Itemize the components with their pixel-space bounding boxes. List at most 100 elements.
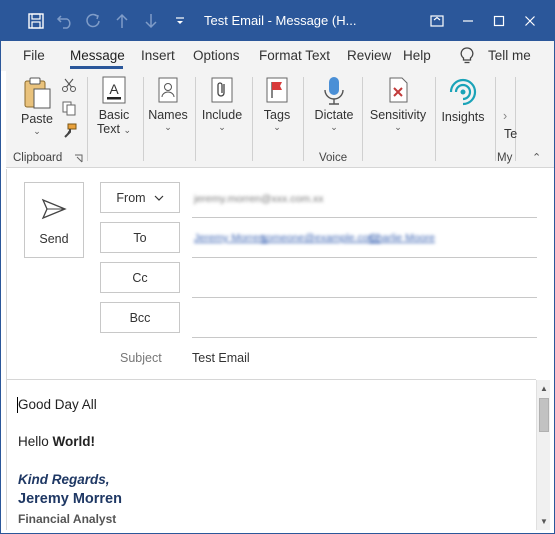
- ribbon: Paste ⌄ Clipboard A Basic Text ⌄ Names ⌄: [6, 71, 554, 168]
- from-label: From: [116, 190, 146, 205]
- cc-button[interactable]: Cc: [100, 262, 180, 293]
- outlook-message-window: Test Email - Message (H... File Message …: [0, 0, 555, 534]
- greeting-text: Good Day All: [18, 397, 97, 412]
- paste-label: Paste: [21, 112, 53, 126]
- tags-button[interactable]: Tags ⌄: [258, 76, 296, 133]
- microphone-icon: [324, 77, 344, 105]
- basic-text-icon: A: [102, 76, 126, 104]
- ribbon-separator: [252, 77, 253, 161]
- window-title: Test Email - Message (H...: [204, 13, 357, 28]
- ribbon-separator: [362, 77, 363, 161]
- tab-help[interactable]: Help: [403, 48, 431, 63]
- send-label: Send: [39, 232, 69, 246]
- address-book-icon: [158, 77, 178, 103]
- ribbon-overflow-label: Te: [504, 127, 518, 141]
- sensitivity-label: Sensitivity: [369, 108, 427, 122]
- customize-toolbar-icon[interactable]: [169, 11, 191, 31]
- maximize-button[interactable]: [485, 9, 513, 33]
- ribbon-scroll-right-icon[interactable]: ›: [503, 109, 507, 123]
- scroll-up-icon[interactable]: ▲: [539, 383, 549, 393]
- hello-bold-text: World!: [52, 434, 96, 449]
- compose-header: Send From jeremy.morren@xxx.com.xx To Je…: [6, 169, 554, 379]
- ribbon-separator: [195, 77, 196, 161]
- vertical-scrollbar[interactable]: ▲ ▼: [536, 380, 550, 530]
- tab-file[interactable]: File: [23, 48, 45, 63]
- to-recipient-1[interactable]: Jeremy Morren;: [194, 232, 268, 244]
- from-underline: [192, 217, 537, 218]
- scroll-down-icon[interactable]: ▼: [539, 516, 549, 526]
- svg-text:A: A: [109, 81, 119, 97]
- group-clipboard-label: Clipboard: [13, 152, 63, 164]
- subject-input[interactable]: Test Email: [192, 351, 250, 365]
- tab-options[interactable]: Options: [193, 48, 240, 63]
- dictate-label: Dictate: [314, 108, 354, 122]
- ribbon-separator: [435, 77, 436, 161]
- bcc-input[interactable]: [192, 337, 537, 338]
- insights-label: Insights: [441, 110, 485, 124]
- sensitivity-button[interactable]: Sensitivity ⌄: [368, 76, 428, 133]
- minimize-button[interactable]: [454, 9, 482, 33]
- from-address: jeremy.morren@xxx.com.xx: [194, 193, 324, 205]
- redo-icon[interactable]: [82, 11, 104, 31]
- chevron-down-icon: ⌄: [394, 122, 402, 132]
- scroll-thumb[interactable]: [539, 398, 549, 432]
- lightbulb-icon[interactable]: [460, 47, 474, 65]
- bcc-button[interactable]: Bcc: [100, 302, 180, 333]
- ribbon-display-options-icon[interactable]: [423, 9, 451, 33]
- names-button[interactable]: Names ⌄: [147, 76, 189, 133]
- tab-review[interactable]: Review: [347, 48, 391, 63]
- undo-icon[interactable]: [54, 11, 76, 31]
- tab-tell-me[interactable]: Tell me: [488, 48, 531, 63]
- ribbon-separator: [303, 77, 304, 161]
- bcc-label: Bcc: [129, 310, 151, 325]
- chevron-down-icon: ⌄: [330, 122, 338, 132]
- collapse-ribbon-icon[interactable]: ⌃: [532, 151, 541, 164]
- active-tab-indicator: [70, 66, 123, 69]
- send-icon: [41, 198, 67, 220]
- message-body-editor[interactable]: Good Day All Hello World! Kind Regards, …: [6, 380, 536, 530]
- format-painter-icon[interactable]: [61, 123, 77, 139]
- copy-icon[interactable]: [61, 100, 77, 116]
- paste-icon: [24, 77, 51, 109]
- signature-role: Financial Analyst: [18, 512, 117, 526]
- dialog-launcher-icon[interactable]: [74, 154, 83, 163]
- arrow-down-icon[interactable]: [140, 11, 162, 31]
- flag-icon: [266, 77, 288, 103]
- basic-text-label-2: Text ⌄: [97, 122, 131, 136]
- to-recipient-3[interactable]: Charlie Moore: [369, 232, 435, 244]
- close-button[interactable]: [516, 9, 544, 33]
- include-button[interactable]: Include ⌄: [199, 76, 245, 133]
- to-button[interactable]: To: [100, 222, 180, 253]
- cut-icon[interactable]: [61, 77, 77, 93]
- chevron-down-icon: ⌄: [218, 122, 226, 132]
- hello-text: Hello: [18, 434, 53, 449]
- to-underline: [192, 257, 537, 258]
- sensitivity-icon: [389, 77, 408, 103]
- chevron-down-icon: [154, 195, 164, 201]
- tags-label: Tags: [263, 108, 291, 122]
- group-my-label: My: [497, 152, 513, 164]
- ribbon-separator: [495, 77, 496, 161]
- from-button[interactable]: From: [100, 182, 180, 213]
- to-recipient-2[interactable]: someone@example.com;: [261, 232, 380, 244]
- names-label: Names: [148, 108, 188, 122]
- save-icon[interactable]: [25, 11, 47, 31]
- dictate-button[interactable]: Dictate ⌄: [309, 76, 359, 133]
- arrow-up-icon[interactable]: [111, 11, 133, 31]
- tab-insert[interactable]: Insert: [141, 48, 175, 63]
- group-voice-label: Voice: [319, 152, 348, 164]
- paste-button[interactable]: Paste ⌄: [18, 76, 56, 137]
- include-label: Include: [201, 108, 243, 122]
- tab-format-text[interactable]: Format Text: [259, 48, 330, 63]
- basic-text-button[interactable]: A Basic Text ⌄: [93, 76, 135, 136]
- title-bar: Test Email - Message (H...: [1, 1, 554, 41]
- insights-icon: [449, 78, 477, 106]
- basic-text-label-1: Basic: [98, 108, 130, 122]
- send-button[interactable]: Send: [24, 182, 84, 258]
- tab-message[interactable]: Message: [70, 48, 125, 63]
- cc-input[interactable]: [192, 297, 537, 298]
- attach-icon: [211, 77, 233, 103]
- insights-button[interactable]: Insights: [440, 76, 486, 124]
- signature-regards: Kind Regards,: [18, 472, 110, 487]
- chevron-down-icon: ⌄: [33, 126, 41, 136]
